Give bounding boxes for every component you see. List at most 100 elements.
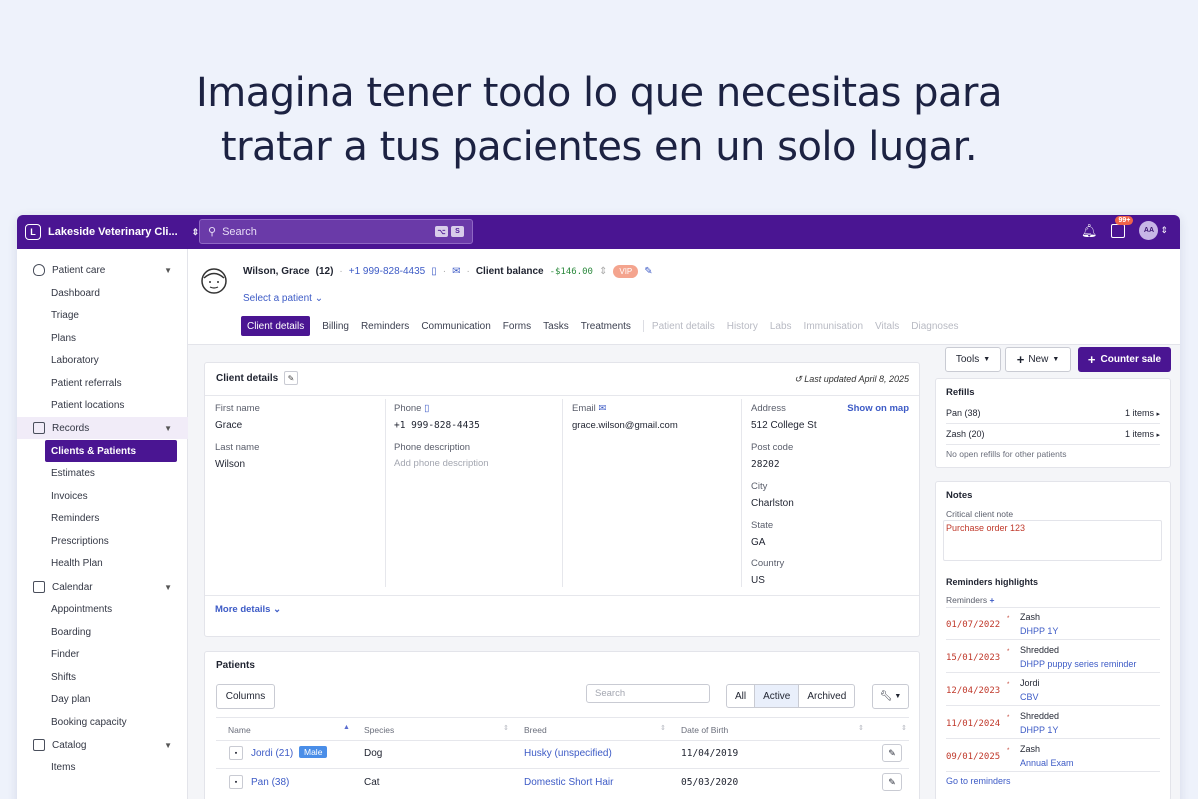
pencil-icon[interactable]: ✎	[284, 371, 298, 385]
counter-sale-button[interactable]: + Counter sale	[1078, 347, 1171, 372]
sidebar-item-plans[interactable]: Plans	[17, 327, 188, 349]
pencil-icon[interactable]: ✎	[882, 744, 902, 762]
patients-search-input[interactable]: Search	[586, 684, 710, 703]
divider	[946, 607, 1160, 608]
sidebar-section-records[interactable]: Records ▼	[17, 417, 188, 439]
column-divider	[385, 399, 386, 587]
filter-archived[interactable]: Archived	[799, 685, 854, 707]
sidebar-item-health-plan[interactable]: Health Plan	[17, 552, 188, 574]
envelope-icon[interactable]: ✉	[452, 266, 460, 277]
critical-note-text: Purchase order 123	[946, 523, 1026, 533]
sidebar-item-clients-patients[interactable]: Clients & Patients	[45, 440, 177, 462]
sidebar-item-booking-capacity[interactable]: Booking capacity	[17, 711, 188, 733]
tab-treatments[interactable]: Treatments	[581, 316, 631, 336]
filter-all[interactable]: All	[727, 685, 756, 707]
sidebar-section-calendar[interactable]: Calendar ▼	[17, 576, 188, 598]
search-icon: ⚲	[208, 226, 217, 238]
sidebar-item-day-plan[interactable]: Day plan	[17, 688, 188, 710]
breed-cell[interactable]: Husky (unspecified)	[524, 748, 612, 759]
reminder-patient: Shredded	[1020, 711, 1060, 721]
column-header-breed[interactable]: Breed	[524, 725, 547, 735]
table-tools-button[interactable]: 🔧︎ ▼	[872, 684, 909, 709]
tab-divider	[642, 320, 644, 332]
columns-button[interactable]: Columns	[216, 684, 275, 709]
tab-diagnoses: Diagnoses	[911, 320, 959, 332]
new-button[interactable]: + New ▼	[1005, 347, 1071, 372]
reminder-name[interactable]: CBV	[1020, 692, 1039, 702]
tools-button[interactable]: Tools ▼	[945, 347, 1001, 372]
patient-record-icon[interactable]: ▪	[229, 746, 243, 760]
chevron-updown-icon[interactable]: ⇕	[599, 266, 607, 277]
pencil-icon[interactable]: ✎	[644, 266, 652, 277]
phone-description-input[interactable]: Add phone description	[394, 458, 489, 469]
chevron-updown-icon: ⇕	[1160, 225, 1168, 235]
filter-active[interactable]: Active	[755, 685, 800, 707]
vip-badge: VIP	[613, 265, 639, 278]
patient-record-icon[interactable]: ▪	[229, 775, 243, 789]
column-header-dob[interactable]: Date of Birth	[681, 725, 728, 735]
sidebar-item-boarding[interactable]: Boarding	[17, 621, 188, 643]
refill-count-link[interactable]: 1 items ▸	[1125, 408, 1160, 418]
go-to-reminders-link[interactable]: Go to reminders	[946, 776, 1011, 786]
sidebar-item-prescriptions[interactable]: Prescriptions	[17, 530, 188, 552]
sort-icon[interactable]: ⇕	[858, 724, 864, 732]
top-icons: 🔔︎ 99+ AA ⇕	[1081, 215, 1168, 240]
patient-name-link[interactable]: Pan (38)	[251, 777, 289, 788]
sidebar-item-reminders[interactable]: Reminders	[17, 507, 188, 529]
tab-forms[interactable]: Forms	[503, 316, 531, 336]
tab-billing[interactable]: Billing	[322, 316, 349, 336]
global-search-input[interactable]: ⚲ Search ⌥ S	[199, 219, 473, 244]
phone-label-text: Phone	[394, 403, 422, 414]
more-details-link[interactable]: More details ⌄	[215, 604, 281, 615]
chevron-down-icon: ⌄	[273, 604, 282, 615]
reminder-name[interactable]: DHPP 1Y	[1020, 626, 1058, 636]
column-header-species[interactable]: Species	[364, 725, 394, 735]
chevron-down-icon: ▼	[164, 423, 172, 433]
tab-communication[interactable]: Communication	[421, 316, 490, 336]
sidebar-item-items[interactable]: Items	[17, 756, 188, 778]
sidebar-item-triage[interactable]: Triage	[17, 304, 188, 326]
user-menu[interactable]: AA ⇕	[1139, 221, 1168, 240]
inbox-icon[interactable]: 99+	[1111, 215, 1134, 238]
plus-icon[interactable]: +	[989, 595, 994, 605]
tab-history: History	[726, 320, 758, 332]
reminder-name[interactable]: DHPP puppy series reminder	[1020, 659, 1136, 669]
sidebar-item-dashboard[interactable]: Dashboard	[17, 282, 188, 304]
sidebar-item-laboratory[interactable]: Laboratory	[17, 349, 188, 371]
client-phone-link[interactable]: +1 999-828-4435	[349, 266, 425, 277]
sort-icon[interactable]: ⇕	[901, 724, 907, 732]
city-label: City	[751, 481, 768, 492]
column-divider	[562, 399, 563, 587]
tab-client-details[interactable]: Client details	[241, 316, 311, 336]
sidebar-section-label: Catalog	[52, 739, 87, 751]
reminders-label: Reminders +	[946, 595, 994, 605]
sidebar-item-appointments[interactable]: Appointments	[17, 598, 188, 620]
bell-icon[interactable]: 🔔︎	[1081, 223, 1098, 239]
breed-cell[interactable]: Domestic Short Hair	[524, 777, 613, 788]
reminder-name[interactable]: Annual Exam	[1020, 758, 1074, 768]
reminder-name[interactable]: DHPP 1Y	[1020, 725, 1058, 735]
sidebar-item-shifts[interactable]: Shifts	[17, 666, 188, 688]
sidebar-item-finder[interactable]: Finder	[17, 643, 188, 665]
patient-name-link[interactable]: Jordi (21)	[251, 748, 293, 759]
refill-count-link[interactable]: 1 items ▸	[1125, 429, 1160, 439]
tab-tasks[interactable]: Tasks	[543, 316, 569, 336]
phone-label: Phone ▯	[394, 403, 429, 414]
sidebar-item-patient-locations[interactable]: Patient locations	[17, 394, 188, 416]
column-header-name[interactable]: Name	[228, 725, 251, 735]
show-on-map-link[interactable]: Show on map	[847, 403, 909, 414]
sort-asc-icon[interactable]: ▲	[343, 724, 350, 731]
sidebar-section-catalog[interactable]: Catalog ▼	[17, 734, 188, 756]
sort-icon[interactable]: ⇕	[503, 724, 509, 732]
client-balance: -$146.00	[549, 266, 593, 277]
sidebar-item-invoices[interactable]: Invoices	[17, 485, 188, 507]
sidebar-item-estimates[interactable]: Estimates	[17, 462, 188, 484]
state-label: State	[751, 520, 774, 531]
pencil-icon[interactable]: ✎	[882, 773, 902, 791]
sort-icon[interactable]: ⇕	[660, 724, 666, 732]
sidebar-item-patient-referrals[interactable]: Patient referrals	[17, 372, 188, 394]
select-patient-dropdown[interactable]: Select a patient ⌄	[243, 293, 323, 304]
tab-reminders[interactable]: Reminders	[361, 316, 409, 336]
clinic-switcher[interactable]: L Lakeside Veterinary Cli... ⇕	[25, 222, 199, 242]
sidebar-section-patient-care[interactable]: Patient care ▼	[17, 259, 188, 281]
